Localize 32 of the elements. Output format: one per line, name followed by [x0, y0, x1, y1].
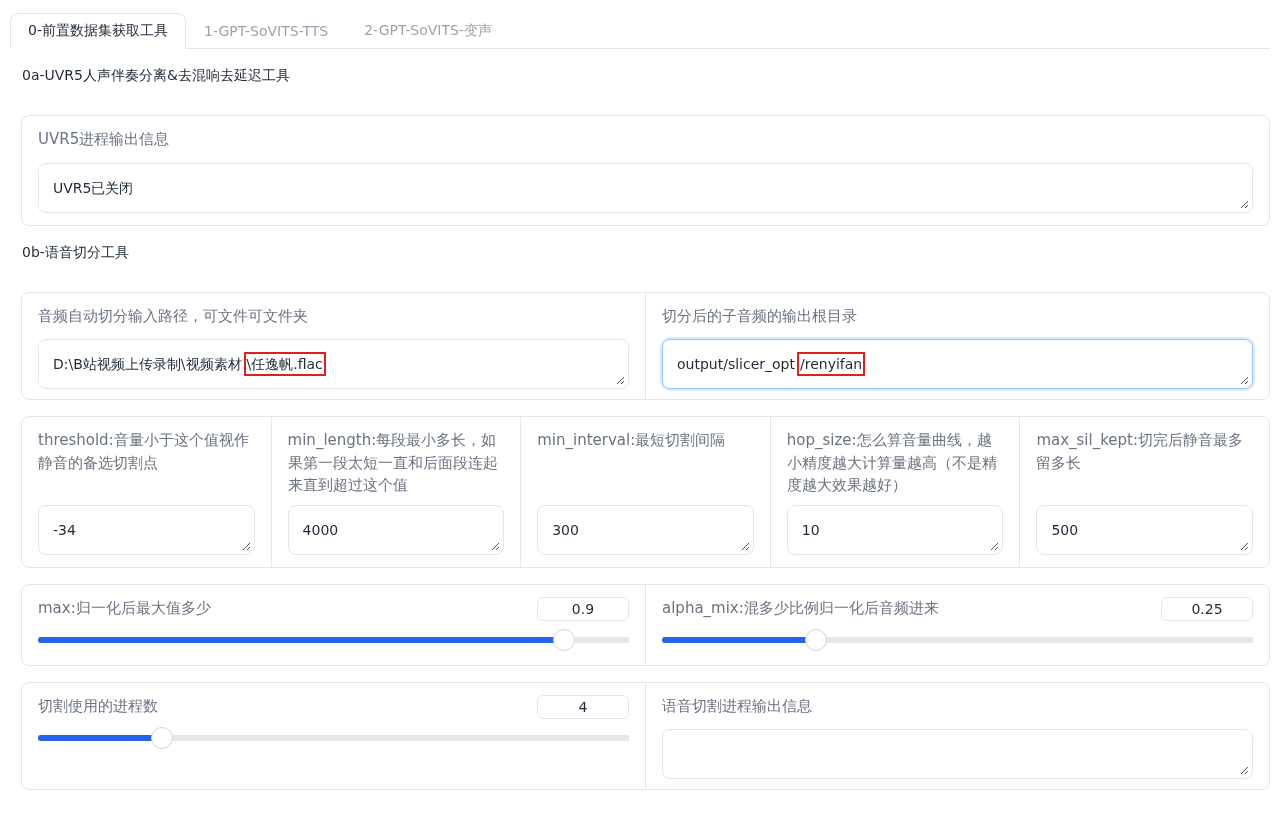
section-heading: 0a-UVR5人声伴奏分离&去混响去延迟工具 — [22, 67, 291, 85]
path-input-field[interactable]: D:\B站视频上传录制\视频素材 \任逸帆.flac — [38, 339, 629, 389]
section-heading: 0b-语音切分工具 — [22, 243, 130, 262]
slider-thumb[interactable] — [553, 628, 575, 651]
tab[interactable]: 0-前置数据集获取工具 — [10, 13, 186, 49]
annotation-box: /renyifan — [797, 352, 866, 376]
field-label: min_length:每段最小多长，如果第一段太短一直和后面段连起来直到超过这个值 — [287, 430, 499, 496]
field-label: threshold:音量小于这个值视作静音的备选切割点 — [38, 430, 250, 474]
slider-thumb[interactable] — [804, 628, 827, 651]
value-input-field[interactable]: 0.25 — [1161, 596, 1253, 621]
field-label: max_sil_kept:切完后静音最多留多长 — [1036, 430, 1245, 474]
field-label: 语音切割进程输出信息 — [662, 695, 813, 717]
path-input-field[interactable]: output/slicer_opt /renyifan — [662, 339, 1253, 389]
output-field[interactable] — [662, 729, 1253, 779]
slider-label: max:归一化后最大值多少 — [38, 598, 211, 620]
value-input-field[interactable]: 0.9 — [537, 596, 629, 621]
number-input-field[interactable]: 300 — [537, 504, 754, 555]
slider-label: 切割使用的进程数 — [38, 696, 158, 718]
number-input-field[interactable]: 10 — [786, 504, 1004, 555]
annotation-box: \任逸帆.flac — [243, 352, 326, 376]
field-label: 音频自动切分输入路径，可文件可文件夹 — [38, 305, 309, 327]
slider-thumb[interactable] — [151, 726, 174, 749]
slider-label: alpha_mix:混多少比例归一化后音频进来 — [662, 598, 939, 620]
number-input-field[interactable]: 500 — [1036, 504, 1253, 555]
field-label: 切分后的子音频的输出根目录 — [662, 305, 858, 327]
field-label: UVR5进程输出信息 — [38, 129, 171, 150]
field-label: min_interval:最短切割间隔 — [537, 430, 727, 451]
number-input-field[interactable]: -34 — [38, 504, 255, 555]
field-label: hop_size:怎么算音量曲线，越小精度越大计算量越高（不是精度越大效果越好） — [786, 430, 998, 496]
number-input-field[interactable]: 4000 — [287, 504, 505, 555]
value-input-field[interactable]: 4 — [537, 694, 629, 719]
output-field[interactable]: UVR5已关闭 — [38, 162, 1253, 213]
